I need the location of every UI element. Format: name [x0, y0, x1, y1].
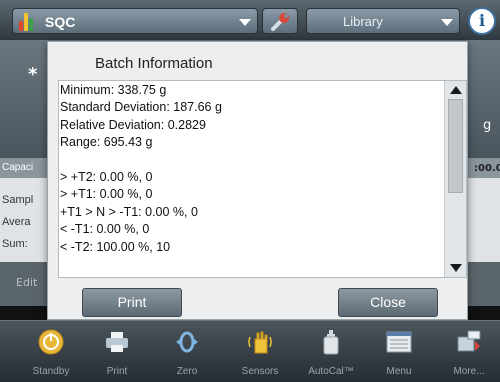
scrollbar-thumb[interactable] [448, 99, 463, 193]
batch-info-line [59, 152, 444, 169]
application-title: SQC [45, 14, 76, 30]
batch-info-line: Standard Deviation: 187.66 g [60, 100, 222, 115]
batch-info-line: > +T1: 0.00 %, 0 [60, 187, 153, 202]
chevron-down-icon [239, 19, 251, 26]
menu-button[interactable]: Menu [368, 321, 430, 382]
batch-info-line: Range: 695.43 g [60, 135, 153, 150]
average-label: Avera [2, 216, 31, 228]
stability-indicator: * [28, 64, 38, 85]
capacity-label: Capaci [2, 162, 34, 173]
menu-label: Menu [386, 366, 412, 377]
batch-info-line: < -T1: 0.00 %, 0 [60, 222, 150, 237]
close-button[interactable]: Close [338, 288, 438, 317]
sensors-label: Sensors [241, 366, 279, 377]
print-button[interactable]: Print [82, 288, 182, 317]
unit-label: g [483, 118, 492, 133]
dialog-title: Batch Information [95, 55, 213, 72]
sensors-hand-icon [248, 331, 272, 354]
print-label: Print [106, 366, 128, 377]
zero-label: Zero [176, 366, 198, 377]
application-selector[interactable]: SQC [12, 8, 258, 34]
edit-button[interactable]: Edit [16, 276, 37, 289]
scroll-up-arrow-icon[interactable] [450, 86, 462, 94]
print-toolbar-button[interactable]: Print [86, 321, 148, 382]
sum-label: Sum: [2, 238, 28, 250]
more-button[interactable]: More... [438, 321, 500, 382]
batch-information-dialog: Batch Information Minimum: 338.75 g Stan… [47, 41, 468, 320]
autocal-label: AutoCal™ [308, 366, 354, 377]
scroll-down-arrow-icon[interactable] [450, 264, 462, 272]
sample-label: Sampl [2, 194, 34, 206]
standby-button[interactable]: Standby [20, 321, 82, 382]
standby-icon [38, 329, 64, 355]
more-icon [457, 330, 481, 352]
bar-chart-icon [19, 13, 37, 31]
autocal-weight-icon [323, 330, 339, 355]
library-label: Library [343, 14, 383, 29]
library-selector[interactable]: Library [306, 8, 460, 34]
batch-info-line: > +T2: 0.00 %, 0 [60, 169, 153, 184]
batch-info-lines: Minimum: 338.75 g Standard Deviation: 18… [59, 82, 444, 256]
batch-info-line: < -T2: 100.00 %, 10 [60, 239, 171, 254]
zero-button[interactable]: Zero [156, 321, 218, 382]
standby-label: Standby [32, 366, 70, 377]
top-bar: SQC Library i [0, 0, 500, 40]
batch-info-line: Minimum: 338.75 g [60, 83, 167, 97]
zero-icon [176, 331, 198, 353]
chevron-down-icon [441, 19, 453, 26]
batch-info-line: +T1 > N > -T1: 0.00 %, 0 [60, 204, 198, 219]
capacity-value: :00.00 [474, 163, 500, 174]
more-label: More... [453, 366, 485, 377]
bottom-toolbar: Standby Print Zero Sensors AutoCal™ Menu… [0, 320, 500, 382]
autocal-button[interactable]: AutoCal™ [300, 321, 362, 382]
info-button[interactable]: i [468, 7, 496, 35]
batch-info-text-area[interactable]: Minimum: 338.75 g Standard Deviation: 18… [58, 80, 467, 278]
batch-info-line: Relative Deviation: 0.2829 [60, 117, 206, 132]
printer-icon [106, 332, 128, 352]
settings-wrench-button[interactable] [262, 8, 298, 34]
sensors-button[interactable]: Sensors [229, 321, 291, 382]
wrench-icon [271, 13, 289, 31]
vertical-scrollbar[interactable] [444, 81, 466, 277]
menu-icon [386, 331, 412, 353]
